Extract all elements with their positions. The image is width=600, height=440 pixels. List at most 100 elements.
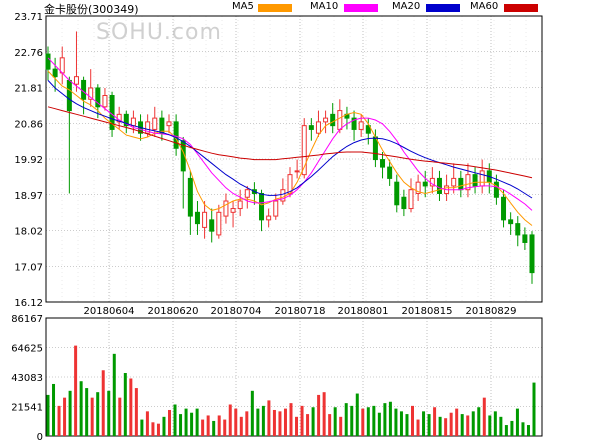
volume-bar: [455, 408, 459, 436]
price-x-tick: 20180718: [275, 306, 326, 317]
volume-y-tick: 64625: [11, 344, 43, 355]
candle-body: [479, 170, 485, 187]
candle-body: [472, 174, 478, 187]
price-y-tick: 19.92: [14, 155, 43, 166]
volume-y-tick: 21541: [11, 403, 43, 414]
volume-bar: [405, 414, 409, 436]
volume-bar: [488, 415, 492, 436]
volume-bar: [57, 405, 61, 436]
volume-bar: [366, 407, 370, 436]
price-y-tick: 21.81: [14, 84, 43, 95]
volume-bar: [179, 414, 183, 436]
candle-body: [173, 121, 179, 149]
volume-bar: [256, 408, 260, 436]
volume-bar: [245, 411, 249, 436]
volume-bar: [532, 382, 536, 436]
candle-body: [493, 181, 499, 198]
volume-bar: [156, 423, 160, 436]
candle-body: [45, 53, 51, 70]
volume-bar: [118, 397, 122, 436]
volume-bar: [79, 381, 83, 436]
volume-bar: [416, 419, 420, 436]
candle-body: [358, 121, 364, 130]
candle-body: [73, 76, 79, 85]
candle-body: [209, 219, 215, 232]
candle-body: [401, 196, 407, 210]
volume-bar: [234, 408, 238, 436]
candle-body: [52, 68, 58, 78]
volume-bar: [499, 416, 503, 436]
price-y-tick: 18.02: [14, 227, 43, 238]
candle-body: [223, 200, 229, 217]
candle-body: [166, 121, 172, 127]
candle-body: [529, 234, 535, 274]
price-x-tick: 20180620: [148, 306, 199, 317]
volume-bar: [272, 409, 276, 436]
volume-bar: [96, 392, 100, 436]
candle-body: [59, 57, 65, 74]
candle-body: [451, 177, 457, 187]
volume-bar: [482, 397, 486, 436]
volume-bar: [361, 408, 365, 436]
volume-bar: [394, 408, 398, 436]
candle-body: [394, 181, 400, 206]
candle-body: [515, 223, 521, 236]
volume-bar: [427, 414, 431, 436]
volume-bar: [322, 392, 326, 436]
volume-bar: [433, 407, 437, 436]
candle-body: [330, 113, 336, 127]
volume-bar: [212, 420, 216, 436]
volume-bar: [295, 416, 299, 436]
volume-bar: [350, 405, 354, 436]
price-y-tick: 22.76: [14, 48, 43, 59]
volume-bar: [317, 394, 321, 436]
volume-bar: [438, 416, 442, 436]
volume-bar: [339, 416, 343, 436]
candle-body: [501, 196, 507, 221]
volume-bar: [101, 370, 105, 436]
volume-y-tick: 43083: [11, 373, 43, 384]
candle-body: [237, 200, 243, 210]
volume-bar: [90, 397, 94, 436]
candle-body: [273, 200, 279, 217]
volume-y-tick: 86167: [11, 314, 43, 325]
volume-bar: [228, 404, 232, 436]
volume-bar: [201, 419, 205, 436]
price-x-tick: 20180704: [211, 306, 262, 317]
volume-bar: [510, 420, 514, 436]
candle-body: [202, 211, 208, 228]
candle-body: [194, 211, 200, 225]
candle-body: [130, 117, 136, 127]
volume-bar: [515, 408, 519, 436]
candle-body: [187, 177, 193, 217]
volume-bar: [107, 390, 111, 436]
volume-bar: [261, 405, 265, 436]
volume-bar: [173, 404, 177, 436]
price-x-tick: 20180815: [402, 306, 453, 317]
candle-body: [387, 166, 393, 179]
volume-bar: [283, 408, 287, 436]
volume-bar: [328, 414, 332, 436]
candle-body: [81, 79, 87, 100]
candle-body: [323, 117, 329, 123]
candle-body: [244, 189, 250, 198]
volume-bar: [46, 394, 50, 436]
candle-body: [337, 110, 343, 130]
price-y-tick: 16.12: [14, 298, 43, 309]
volume-bar: [68, 390, 72, 436]
candle-body: [259, 192, 265, 221]
candle-body: [152, 117, 158, 130]
volume-bar: [311, 407, 315, 436]
volume-bar: [267, 400, 271, 436]
volume-bar: [477, 407, 481, 436]
volume-bar: [123, 373, 127, 436]
volume-bar: [388, 401, 392, 436]
price-y-tick: 20.86: [14, 119, 43, 130]
volume-bar: [52, 383, 56, 436]
volume-bar: [140, 419, 144, 436]
candle-body: [216, 211, 222, 236]
volume-bar: [344, 403, 348, 436]
volume-bar: [184, 408, 188, 436]
volume-bar: [521, 422, 525, 436]
volume-bar: [300, 405, 304, 436]
